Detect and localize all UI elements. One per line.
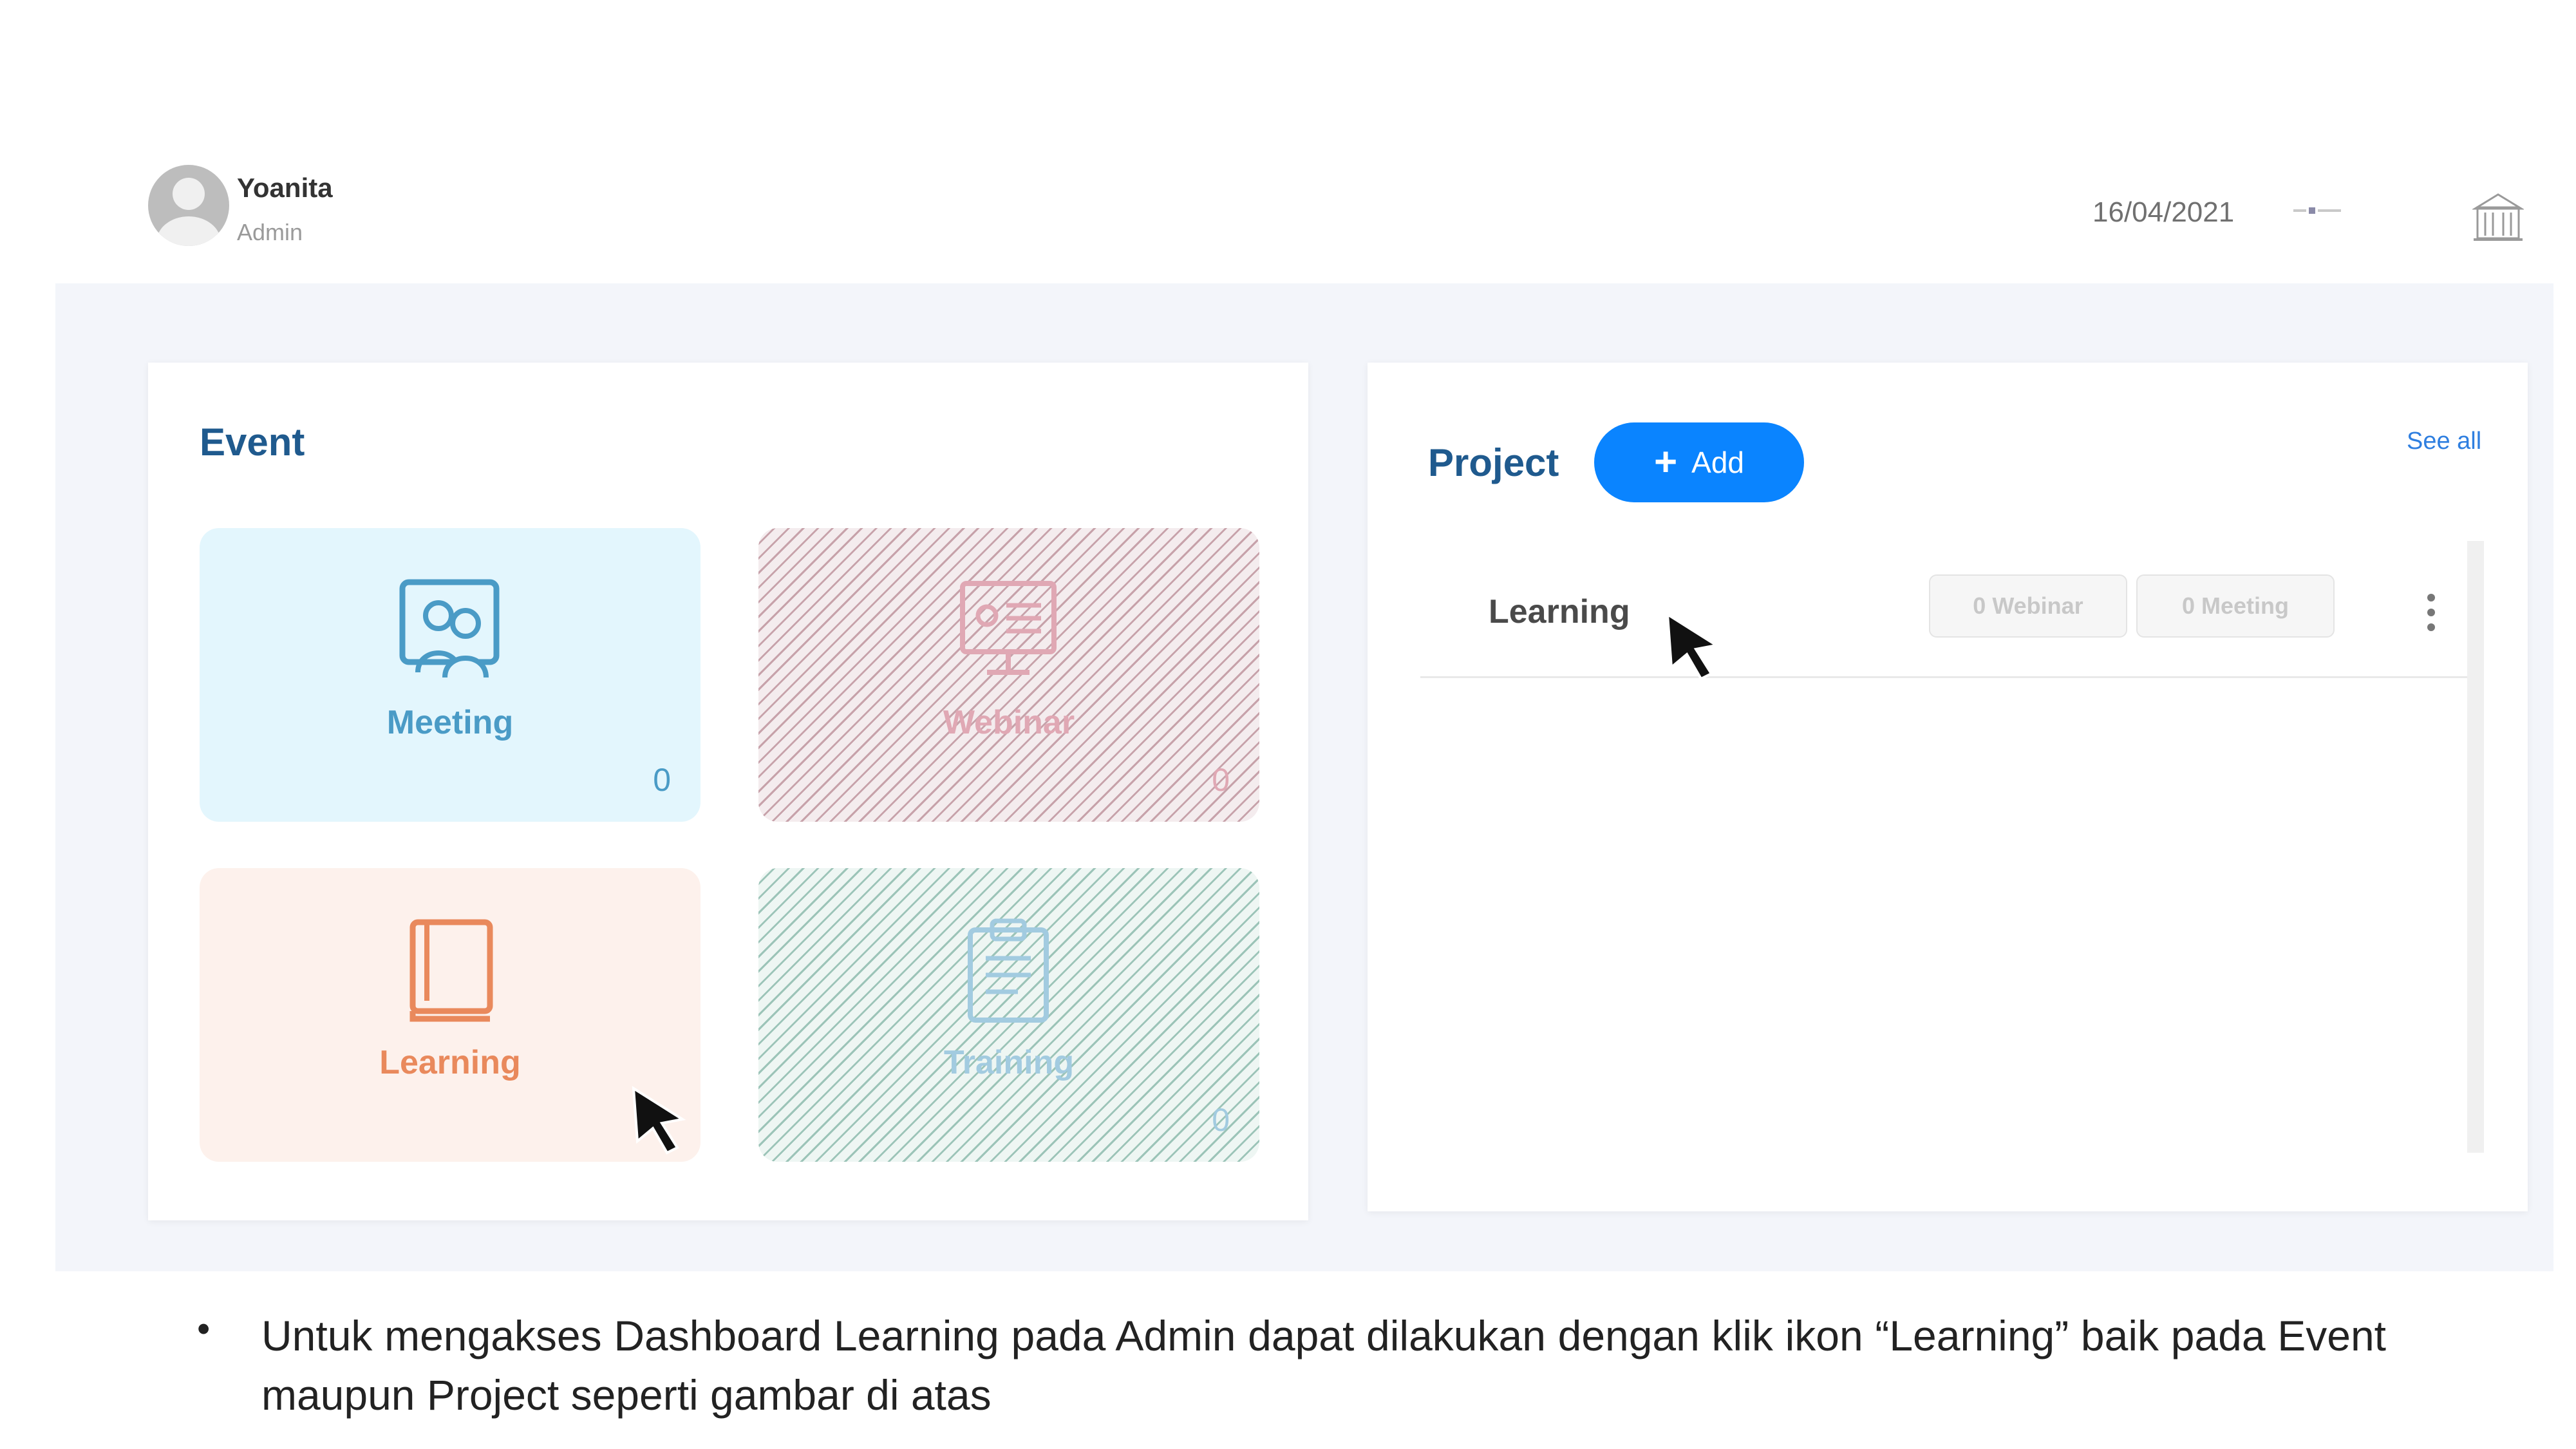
meeting-count-badge: 0 Meeting (2136, 574, 2335, 638)
event-title: Event (200, 421, 305, 464)
avatar-head-shape (173, 178, 205, 210)
user-role: Admin (237, 219, 303, 245)
training-card[interactable]: Training 0 (758, 868, 1259, 1162)
book-icon (409, 919, 493, 1022)
add-button-label: Add (1691, 446, 1745, 479)
building-icon[interactable] (2472, 191, 2524, 242)
meeting-icon (399, 579, 500, 678)
webinar-card[interactable]: Webinar 0 (758, 528, 1259, 822)
cursor-icon (1666, 612, 1720, 681)
project-row-label[interactable]: Learning (1489, 592, 1630, 631)
project-list-scrollbar[interactable] (2467, 541, 2484, 1153)
webinar-count-badge: 0 Webinar (1929, 574, 2127, 638)
webinar-count: 0 (1212, 762, 1230, 798)
training-count: 0 (1212, 1102, 1230, 1138)
bullet-marker: • (197, 1308, 211, 1350)
avatar[interactable] (148, 165, 229, 246)
current-date: 16/04/2021 (2092, 196, 2235, 228)
cursor-icon (632, 1086, 686, 1155)
meeting-card[interactable]: Meeting 0 (200, 528, 700, 822)
avatar-body-shape (156, 216, 221, 246)
partner-logo-icon (2293, 207, 2341, 214)
training-label: Training (943, 1044, 1075, 1081)
project-title: Project (1428, 441, 1559, 484)
learning-label: Learning (379, 1044, 521, 1081)
user-name: Yoanita (237, 173, 333, 203)
more-vertical-icon[interactable] (2425, 590, 2438, 635)
plus-icon: + (1653, 440, 1678, 484)
project-row[interactable]: Learning 0 Webinar 0 Meeting (1420, 555, 2467, 678)
add-project-button[interactable]: + Add (1594, 422, 1804, 502)
see-all-link[interactable]: See all (2407, 428, 2481, 455)
meeting-count: 0 (653, 762, 671, 798)
learning-card[interactable]: Learning (200, 868, 700, 1162)
webinar-label: Webinar (943, 704, 1075, 741)
webinar-icon (960, 581, 1057, 675)
instruction-text: Untuk mengakses Dashboard Learning pada … (261, 1312, 2386, 1419)
project-panel (1368, 363, 2528, 1211)
clipboard-icon (968, 918, 1049, 1023)
meeting-label: Meeting (386, 704, 514, 741)
